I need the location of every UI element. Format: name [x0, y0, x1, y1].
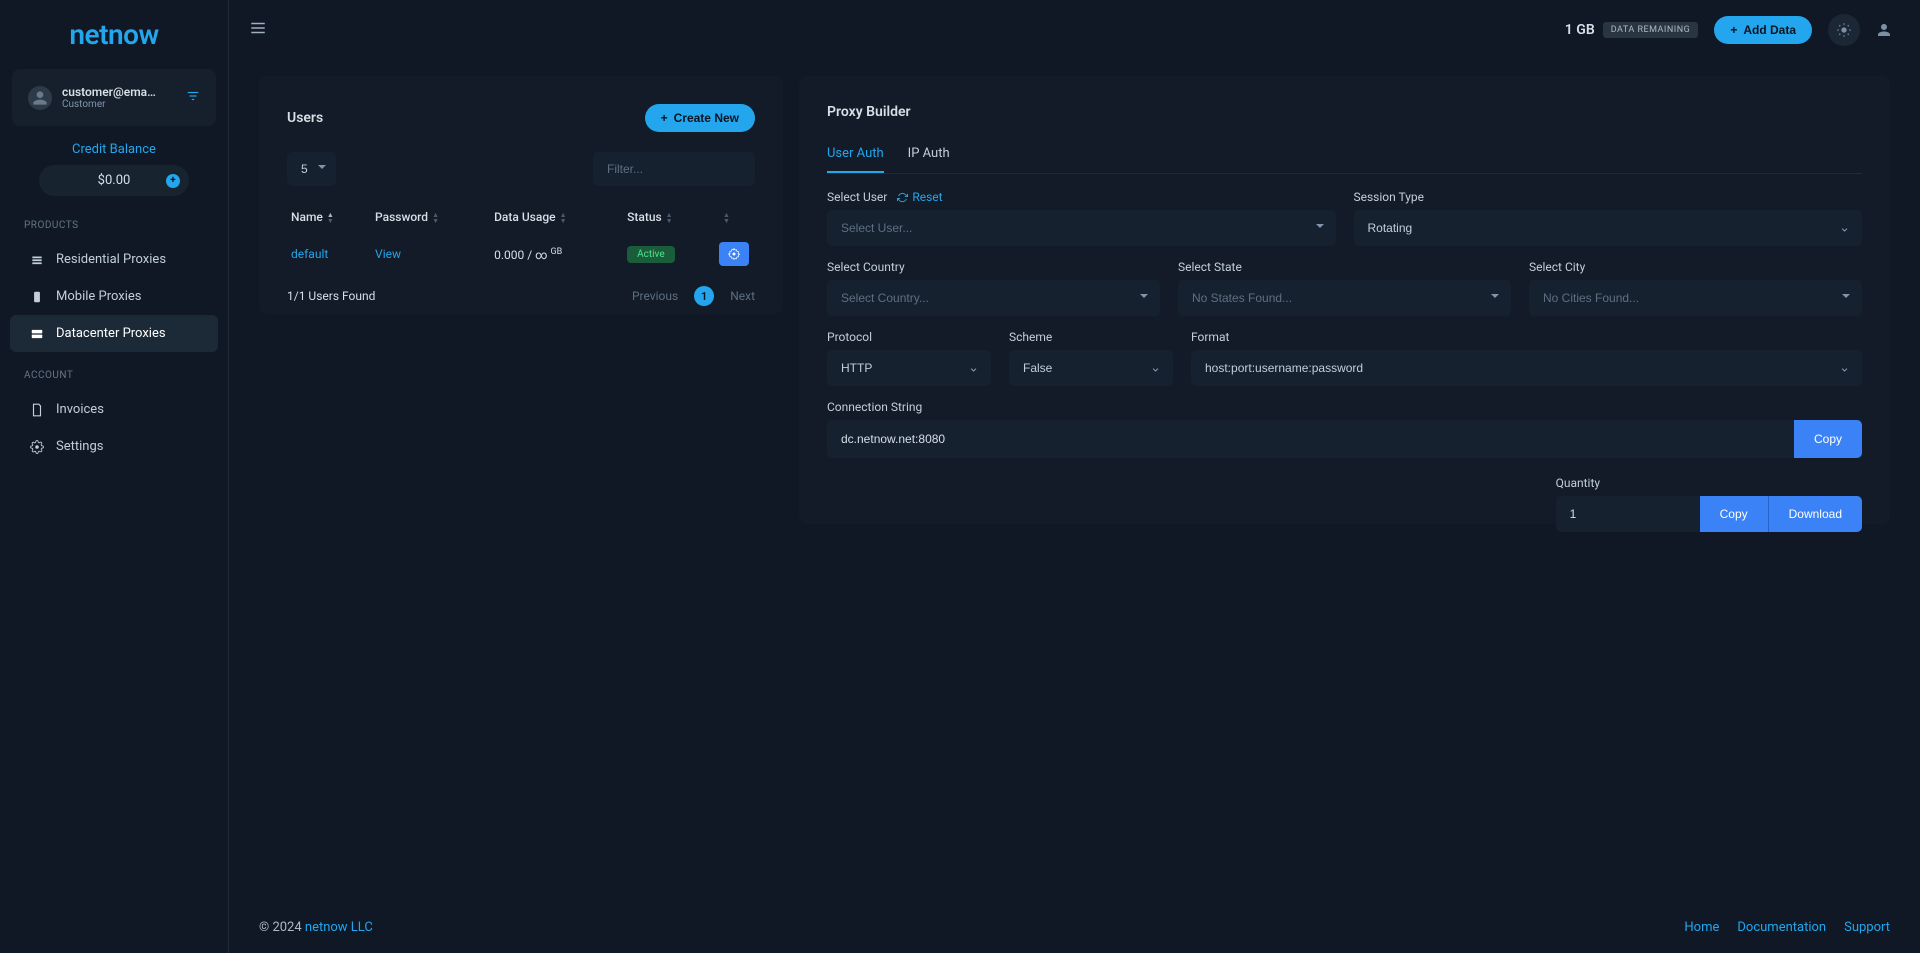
nav-mobile-label: Mobile Proxies	[56, 289, 141, 304]
footer-copyright: © 2024 netnow LLC	[259, 920, 373, 935]
copy-connection-button[interactable]: Copy	[1794, 420, 1862, 458]
page-size-select[interactable]: 5	[287, 152, 336, 186]
scheme-label: Scheme	[1009, 330, 1173, 344]
format-dropdown[interactable]	[1191, 350, 1862, 386]
proxy-builder-panel: Proxy Builder User Auth IP Auth Select U…	[799, 76, 1890, 524]
column-status[interactable]: Status▲▼	[623, 202, 715, 232]
theme-toggle[interactable]	[1828, 14, 1860, 46]
status-badge: Active	[627, 246, 675, 263]
data-remaining-value: 1 GB	[1565, 22, 1595, 38]
connection-string-input[interactable]	[827, 420, 1794, 458]
create-new-button[interactable]: + Create New	[645, 104, 755, 132]
plus-icon: +	[661, 111, 668, 125]
select-city-dropdown[interactable]	[1529, 280, 1862, 316]
session-type-dropdown[interactable]	[1354, 210, 1863, 246]
format-label: Format	[1191, 330, 1862, 344]
quantity-label: Quantity	[1556, 476, 1862, 490]
brand-logo[interactable]: netnow	[0, 18, 228, 51]
users-title: Users	[287, 110, 323, 126]
select-country-label: Select Country	[827, 260, 1160, 274]
footer-company-link[interactable]: netnow LLC	[305, 920, 373, 935]
plus-icon: +	[1730, 23, 1737, 37]
tab-user-auth[interactable]: User Auth	[827, 136, 884, 173]
footer-support-link[interactable]: Support	[1844, 920, 1890, 935]
sort-down-icon: ▼	[723, 218, 730, 224]
users-found-text: 1/1 Users Found	[287, 289, 375, 303]
select-state-label: Select State	[1178, 260, 1511, 274]
footer-home-link[interactable]: Home	[1684, 920, 1719, 935]
password-view-link[interactable]: View	[371, 232, 490, 276]
credit-balance-value: $0.00 +	[39, 165, 189, 196]
quantity-input[interactable]	[1556, 496, 1700, 532]
pagination-page-1[interactable]: 1	[694, 286, 714, 306]
scheme-dropdown[interactable]	[1009, 350, 1173, 386]
nav-settings-label: Settings	[56, 439, 103, 454]
pagination-next[interactable]: Next	[730, 289, 755, 303]
add-data-label: Add Data	[1743, 23, 1796, 37]
sort-down-icon: ▼	[666, 218, 673, 224]
nav-residential-proxies[interactable]: Residential Proxies	[10, 241, 218, 278]
add-data-button[interactable]: + Add Data	[1714, 16, 1812, 44]
column-password[interactable]: Password▲▼	[371, 202, 490, 232]
users-panel: Users + Create New 5	[259, 76, 783, 314]
reset-link[interactable]: Reset	[897, 190, 942, 204]
menu-toggle-icon[interactable]	[249, 19, 267, 41]
select-country-dropdown[interactable]	[827, 280, 1160, 316]
nav-datacenter-label: Datacenter Proxies	[56, 326, 166, 341]
filter-icon[interactable]	[186, 89, 200, 107]
create-new-label: Create New	[674, 111, 739, 125]
nav-residential-label: Residential Proxies	[56, 252, 166, 267]
row-settings-button[interactable]	[719, 242, 749, 266]
user-menu-icon[interactable]	[1868, 14, 1900, 46]
protocol-dropdown[interactable]	[827, 350, 991, 386]
tab-ip-auth[interactable]: IP Auth	[908, 136, 950, 173]
user-card: customer@ema… Customer	[12, 69, 216, 126]
copy-quantity-button[interactable]: Copy	[1700, 496, 1769, 532]
protocol-label: Protocol	[827, 330, 991, 344]
download-button[interactable]: Download	[1769, 496, 1862, 532]
proxy-builder-title: Proxy Builder	[827, 104, 1862, 120]
sort-down-icon: ▼	[560, 218, 567, 224]
add-credit-button[interactable]: +	[166, 174, 180, 188]
data-usage-cell: 0.000 / ∞ GB	[490, 232, 623, 276]
credit-balance-label: Credit Balance	[0, 142, 228, 157]
select-user-label: Select User	[827, 190, 887, 204]
refresh-icon	[897, 192, 908, 203]
connection-string-label: Connection String	[827, 400, 1862, 414]
data-remaining: 1 GB DATA REMAINING	[1565, 22, 1699, 38]
session-type-label: Session Type	[1354, 190, 1863, 204]
sort-down-icon: ▼	[327, 218, 334, 224]
filter-input[interactable]	[593, 152, 755, 186]
user-role: Customer	[62, 99, 176, 110]
column-data-usage[interactable]: Data Usage▲▼	[490, 202, 623, 232]
user-email: customer@ema…	[62, 85, 176, 99]
select-state-dropdown[interactable]	[1178, 280, 1511, 316]
pagination-previous[interactable]: Previous	[632, 289, 678, 303]
nav-datacenter-proxies[interactable]: Datacenter Proxies	[10, 315, 218, 352]
sort-down-icon: ▼	[432, 218, 439, 224]
data-remaining-label: DATA REMAINING	[1603, 22, 1699, 38]
footer-documentation-link[interactable]: Documentation	[1737, 920, 1826, 935]
nav-mobile-proxies[interactable]: Mobile Proxies	[10, 278, 218, 315]
nav-settings[interactable]: Settings	[10, 428, 218, 465]
nav-section-account: ACCOUNT	[0, 366, 228, 391]
select-user-dropdown[interactable]	[827, 210, 1336, 246]
user-avatar-icon	[28, 86, 52, 110]
user-name-link[interactable]: default	[287, 232, 371, 276]
nav-invoices-label: Invoices	[56, 402, 104, 417]
nav-invoices[interactable]: Invoices	[10, 391, 218, 428]
nav-section-products: PRODUCTS	[0, 216, 228, 241]
column-name[interactable]: Name▲▼	[287, 202, 371, 232]
column-actions: ▲▼	[715, 202, 755, 232]
select-city-label: Select City	[1529, 260, 1862, 274]
table-row: default View 0.000 / ∞ GB Active	[287, 232, 755, 276]
